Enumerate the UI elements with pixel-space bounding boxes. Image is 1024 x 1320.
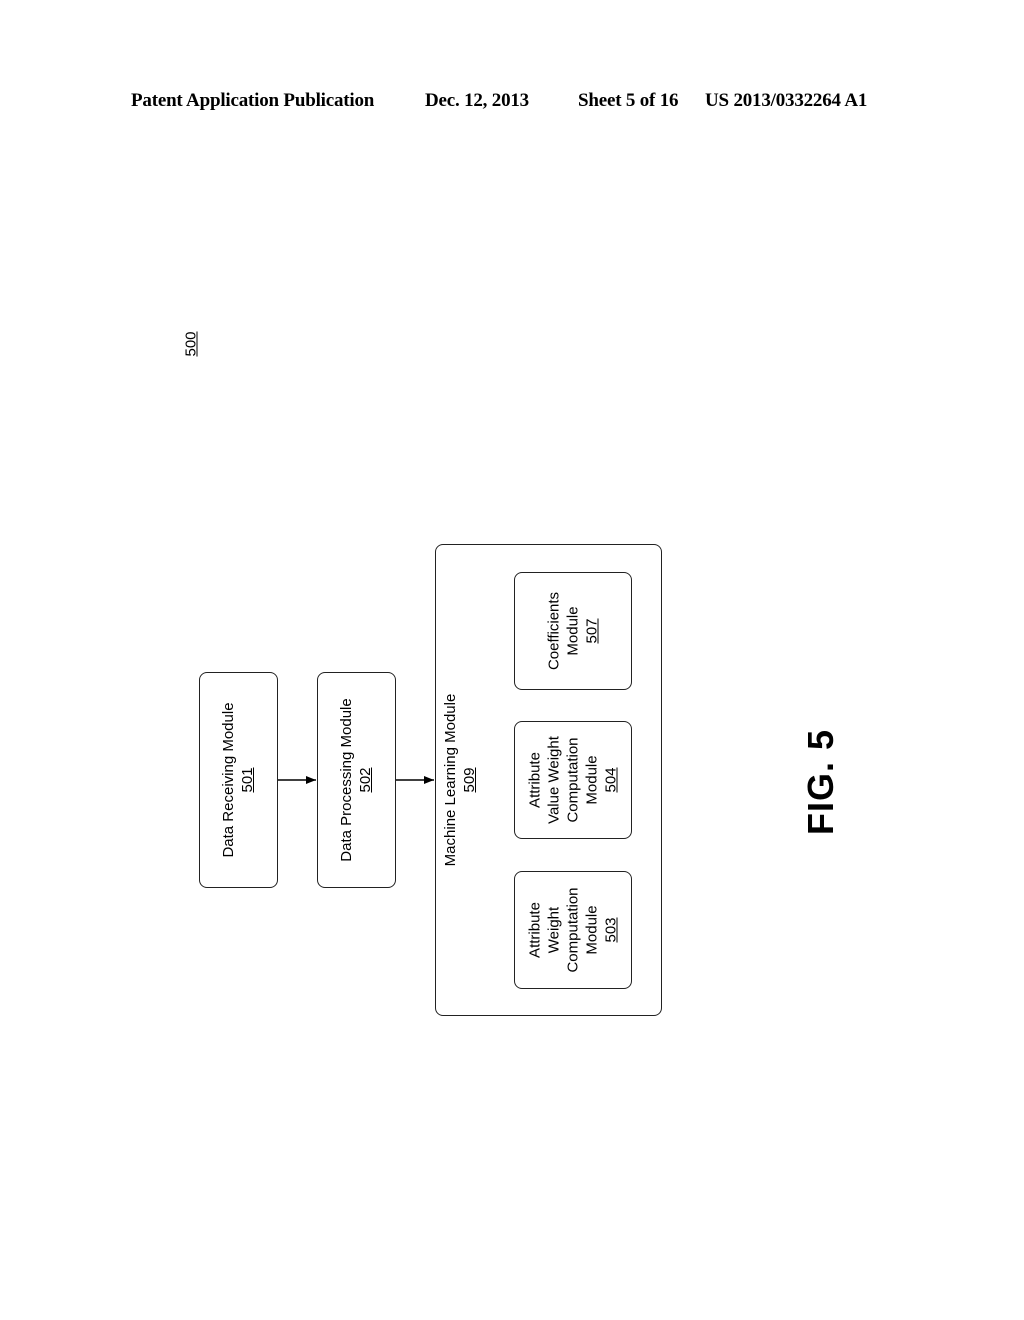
attribute-weight-module-line-3: Computation <box>564 887 582 973</box>
attribute-value-weight-module-ref: 504 <box>602 767 620 793</box>
attribute-value-weight-module-line-3: Computation <box>564 737 582 823</box>
attribute-weight-module-line-2: Weight <box>545 906 563 954</box>
machine-learning-module-label: Machine Learning Module 509 <box>441 694 479 867</box>
data-processing-module-label: Data Processing Module 502 <box>337 698 375 861</box>
data-processing-module-ref: 502 <box>357 767 374 793</box>
coefficients-module-line-2: Module <box>564 606 582 656</box>
coefficients-module-label: Coefficients Module 507 <box>545 592 602 670</box>
data-processing-module-title: Data Processing Module <box>338 698 355 862</box>
data-receiving-module-title: Data Receiving Module <box>220 702 237 858</box>
attribute-value-weight-module-line-1: Attribute <box>526 752 544 808</box>
coefficients-module-ref: 507 <box>583 618 601 644</box>
attribute-weight-module-label: Attribute Weight Computation Module 503 <box>526 887 621 972</box>
coefficients-module-line-1: Coefficients <box>545 591 563 671</box>
attribute-value-weight-module-line-4: Module <box>583 755 601 805</box>
attribute-weight-module-line-4: Module <box>583 905 601 955</box>
attribute-value-weight-module-label: Attribute Value Weight Computation Modul… <box>526 736 621 824</box>
figure-label: FIG. 5 <box>800 728 841 836</box>
attribute-value-weight-module-line-2: Value Weight <box>545 736 563 824</box>
attribute-weight-module-line-1: Attribute <box>526 902 544 958</box>
attribute-weight-module-ref: 503 <box>602 917 620 943</box>
data-receiving-module-label: Data Receiving Module 501 <box>219 702 257 857</box>
data-receiving-module-ref: 501 <box>239 767 256 793</box>
machine-learning-module-title: Machine Learning Module <box>442 693 459 867</box>
machine-learning-module-ref: 509 <box>461 767 478 793</box>
